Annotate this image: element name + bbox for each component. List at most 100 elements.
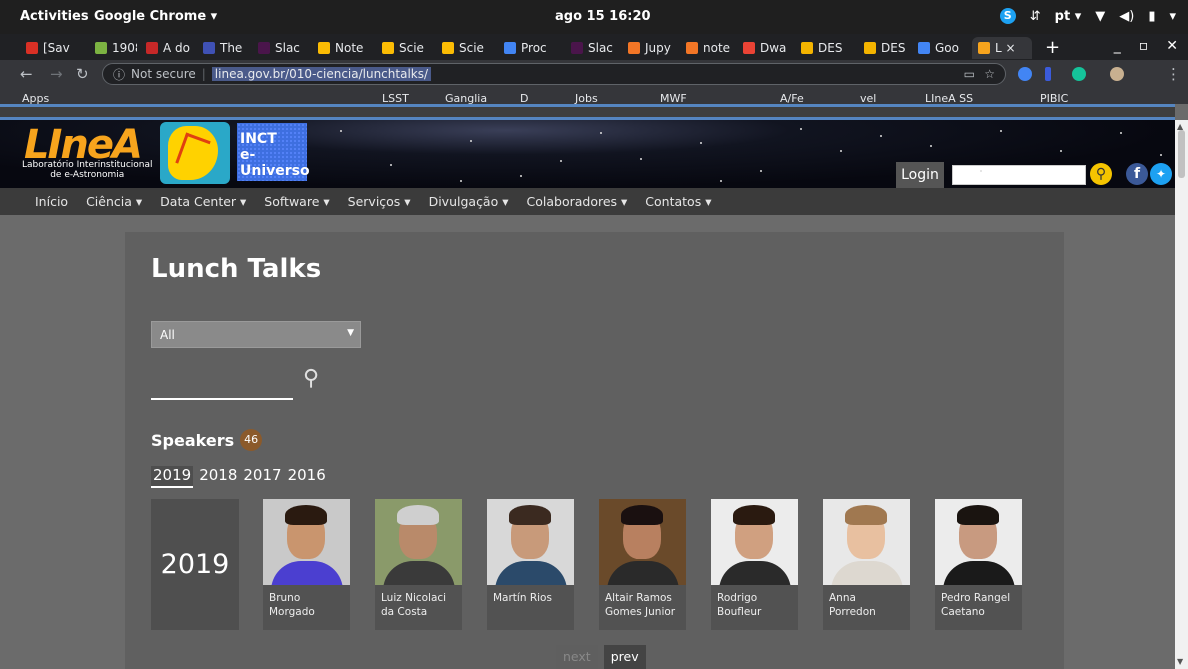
nav-item[interactable]: Serviços ▾: [348, 194, 411, 209]
speaker-card[interactable]: Anna Porredon: [823, 499, 910, 630]
speaker-card[interactable]: Martín Rios: [487, 499, 574, 630]
browser-tab[interactable]: note: [680, 37, 734, 59]
tab-year[interactable]: 2016: [288, 466, 326, 488]
bookmark-item[interactable]: MWF: [660, 92, 687, 104]
new-tab-button[interactable]: +: [1045, 37, 1060, 58]
search-icon[interactable]: ⚲: [303, 366, 319, 391]
browser-tab[interactable]: DES: [795, 37, 855, 59]
speaker-photo[interactable]: [935, 499, 1022, 585]
speaker-name[interactable]: Anna Porredon: [823, 585, 910, 625]
bookmark-item[interactable]: D: [520, 92, 528, 104]
search-input[interactable]: [151, 367, 293, 400]
browser-tab[interactable]: Slac: [252, 37, 309, 59]
nav-item[interactable]: Início: [35, 194, 68, 209]
url-text[interactable]: linea.gov.br/010-ciencia/lunchtalks/: [211, 67, 432, 81]
browser-tab[interactable]: Proc: [498, 37, 562, 59]
browser-tab[interactable]: The: [197, 37, 249, 59]
speaker-photo[interactable]: [487, 499, 574, 585]
omnibox[interactable]: ⓘ Not secure | linea.gov.br/010-ciencia/…: [102, 63, 1006, 85]
browser-tab[interactable]: A do: [140, 37, 194, 59]
facebook-icon[interactable]: f: [1126, 163, 1148, 185]
speaker-name[interactable]: Pedro Rangel Caetano: [935, 585, 1022, 625]
close-icon[interactable]: ✕: [1166, 38, 1178, 54]
browser-tab[interactable]: DES: [858, 37, 909, 59]
speaker-name[interactable]: Rodrigo Boufleur: [711, 585, 798, 625]
nav-item[interactable]: Divulgação ▾: [429, 194, 509, 209]
speaker-photo[interactable]: [599, 499, 686, 585]
battery-icon[interactable]: ▮: [1148, 9, 1155, 24]
tab-year[interactable]: 2019: [151, 466, 194, 488]
maximize-icon[interactable]: ▫: [1139, 38, 1149, 54]
next-button[interactable]: next: [556, 645, 598, 669]
browser-tab[interactable]: Goo: [912, 37, 969, 59]
forward-icon[interactable]: →: [50, 65, 63, 83]
speaker-card[interactable]: Rodrigo Boufleur: [711, 499, 798, 630]
browser-tab[interactable]: L ×: [972, 37, 1032, 59]
speaker-name[interactable]: Bruno Morgado: [263, 585, 350, 625]
nav-item[interactable]: Ciência ▾: [86, 194, 142, 209]
info-icon[interactable]: ⓘ: [113, 66, 125, 83]
scroll-up-icon[interactable]: ▲: [1177, 122, 1183, 131]
speaker-name[interactable]: Altair Ramos Gomes Junior: [599, 585, 686, 625]
nav-item[interactable]: Colaboradores ▾: [527, 194, 628, 209]
speaker-photo[interactable]: [375, 499, 462, 585]
login-input[interactable]: [952, 165, 1086, 185]
minimize-icon[interactable]: _: [1114, 38, 1121, 54]
volume-icon[interactable]: ◀): [1119, 9, 1134, 24]
key-icon[interactable]: ⚲: [1090, 163, 1112, 185]
app-menu[interactable]: Google Chrome ▾: [94, 9, 217, 24]
speaker-card[interactable]: Pedro Rangel Caetano: [935, 499, 1022, 630]
speaker-photo[interactable]: [823, 499, 910, 585]
profile-avatar[interactable]: [1110, 67, 1124, 81]
bookmark-item[interactable]: Ganglia: [445, 92, 487, 104]
zoom-extension-icon[interactable]: [1018, 67, 1032, 81]
speaker-name[interactable]: Martín Rios: [487, 585, 574, 611]
bookmark-item[interactable]: PIBIC: [1040, 92, 1068, 104]
nav-item[interactable]: Software ▾: [264, 194, 329, 209]
prev-button[interactable]: prev: [603, 645, 646, 669]
tab-year[interactable]: 2017: [243, 466, 281, 488]
tab-year[interactable]: 2018: [199, 466, 237, 488]
network-icon[interactable]: ▼: [1095, 9, 1105, 24]
speaker-name[interactable]: Luiz Nicolaci da Costa: [375, 585, 462, 625]
page-scrollbar[interactable]: [1175, 120, 1188, 669]
browser-tab[interactable]: Scie: [436, 37, 494, 59]
inct-logo[interactable]: INCT e-Universo: [237, 123, 310, 181]
browser-tab[interactable]: Jupy: [622, 37, 677, 59]
nav-item[interactable]: Data Center ▾: [160, 194, 246, 209]
cast-icon[interactable]: ▭: [964, 67, 975, 81]
grammarly-icon[interactable]: [1072, 67, 1086, 81]
browser-tab[interactable]: [Sav: [20, 37, 82, 59]
bookmark-item[interactable]: Apps: [22, 92, 49, 104]
browser-tab[interactable]: Note: [312, 37, 372, 59]
language-selector[interactable]: pt ▾: [1055, 9, 1082, 24]
reload-icon[interactable]: ↻: [76, 65, 89, 83]
speaker-card[interactable]: Altair Ramos Gomes Junior: [599, 499, 686, 630]
bookmark-star-icon[interactable]: ☆: [984, 67, 995, 81]
bookmark-item[interactable]: A/Fe: [780, 92, 804, 104]
speaker-photo[interactable]: [711, 499, 798, 585]
bookmark-item[interactable]: vel: [860, 92, 876, 104]
activities-button[interactable]: Activities: [20, 9, 89, 24]
browser-tab[interactable]: 1908: [89, 37, 137, 59]
browser-tab[interactable]: Dwa: [737, 37, 792, 59]
bookmark-item[interactable]: Jobs: [575, 92, 598, 104]
back-icon[interactable]: ←: [20, 65, 33, 83]
chrome-menu-icon[interactable]: ⋮: [1166, 65, 1181, 83]
system-menu-icon[interactable]: ▾: [1169, 9, 1176, 24]
speaker-card[interactable]: Luiz Nicolaci da Costa: [375, 499, 462, 630]
category-select[interactable]: All ▼: [151, 321, 361, 348]
browser-tab[interactable]: Scie: [376, 37, 433, 59]
bookmark-item[interactable]: LSST: [382, 92, 409, 104]
skype-icon[interactable]: S: [999, 8, 1016, 24]
speaker-card[interactable]: Bruno Morgado: [263, 499, 350, 630]
pen-extension-icon[interactable]: [1045, 67, 1051, 81]
twitter-icon[interactable]: ✦: [1150, 163, 1172, 185]
browser-tab[interactable]: Slac: [565, 37, 619, 59]
scroll-down-icon[interactable]: ▼: [1177, 657, 1183, 666]
nav-item[interactable]: Contatos ▾: [645, 194, 711, 209]
scrollbar-thumb[interactable]: [1178, 130, 1185, 178]
bookmark-item[interactable]: LIneA SS: [925, 92, 973, 104]
clock[interactable]: ago 15 16:20: [555, 9, 651, 24]
dropbox-icon[interactable]: ⇵: [1030, 9, 1041, 24]
